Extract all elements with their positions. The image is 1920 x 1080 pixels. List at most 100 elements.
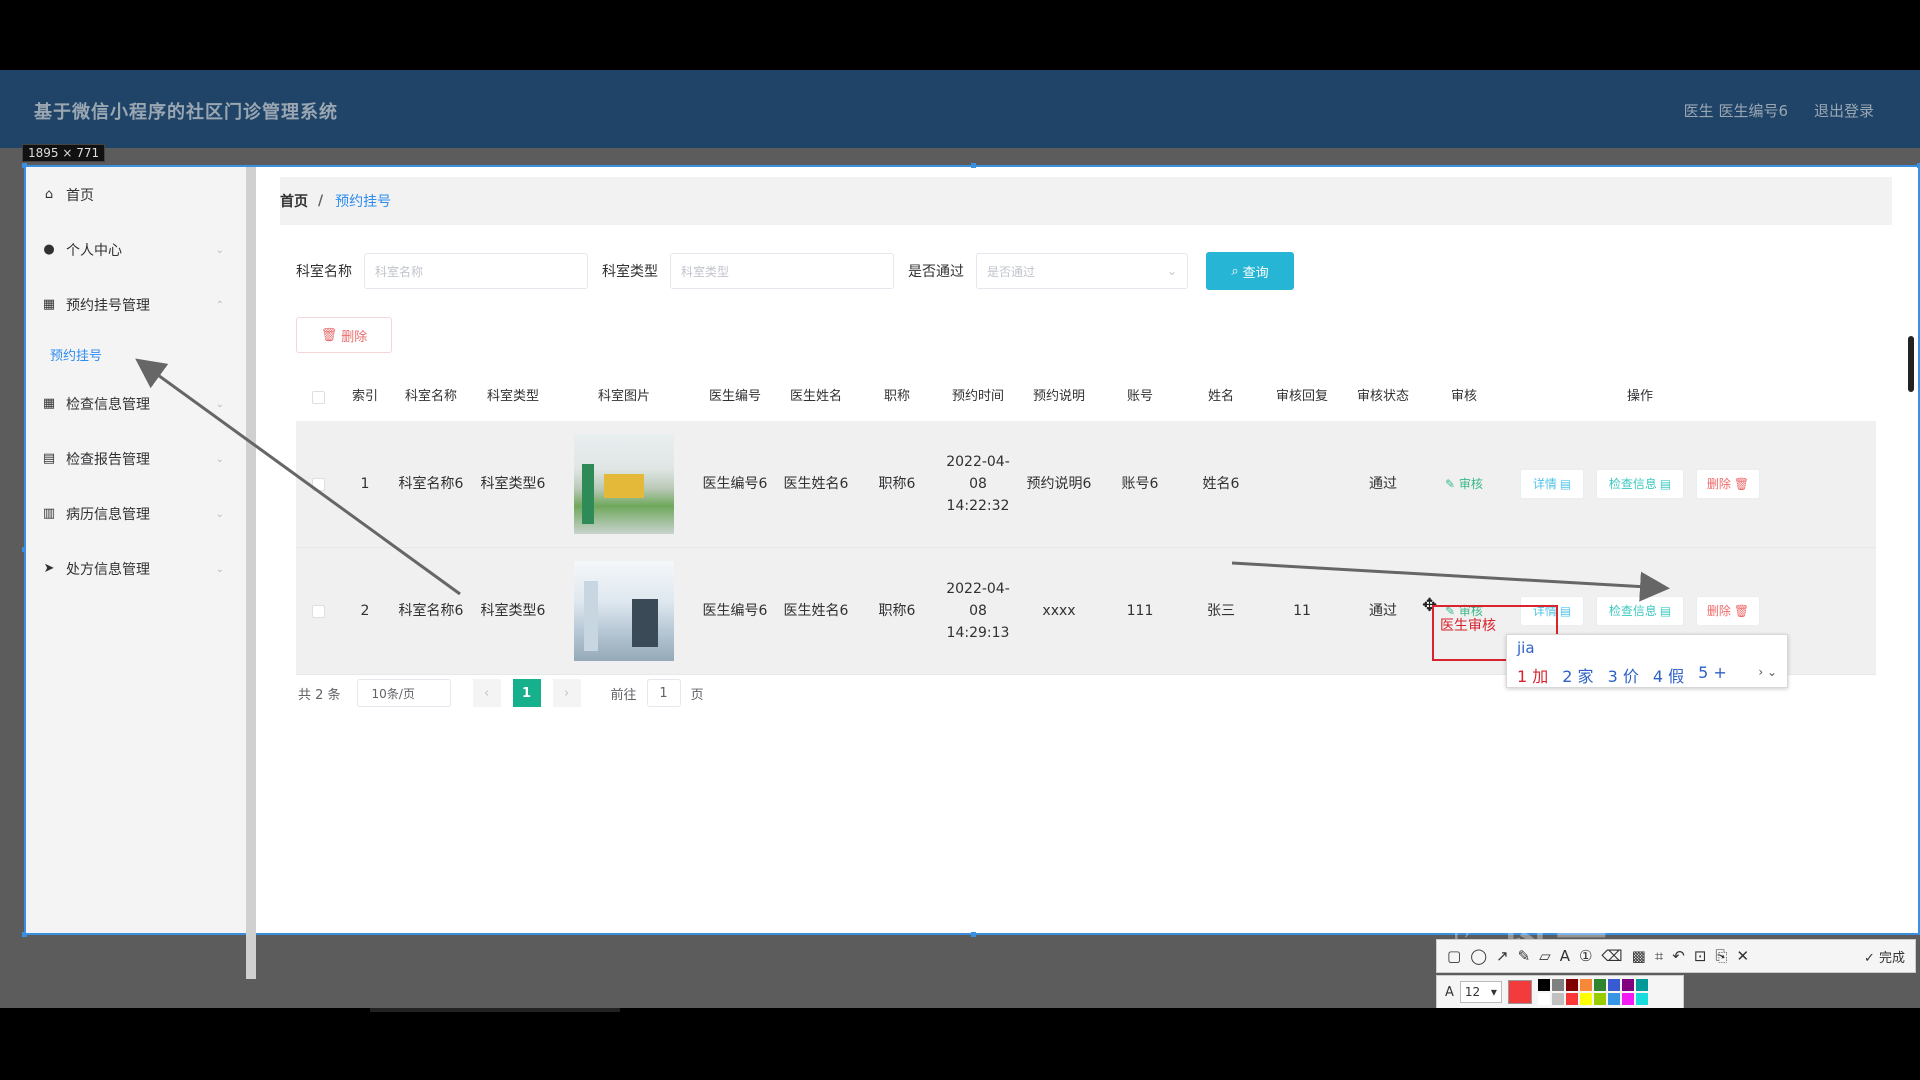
page-size-select[interactable]: 10条/页	[356, 679, 451, 707]
color-swatch[interactable]	[1593, 993, 1606, 1005]
detail-button[interactable]: 详情 ▤	[1520, 469, 1584, 499]
arrow-tool-icon[interactable]: ↗	[1496, 947, 1509, 965]
pen-tool-icon[interactable]: ✎	[1518, 947, 1531, 965]
next-page-button[interactable]: ›	[552, 679, 581, 707]
page-scrollbar[interactable]	[1908, 336, 1914, 392]
color-swatch[interactable]	[1621, 993, 1634, 1005]
close-icon[interactable]: ✕	[1736, 947, 1749, 965]
select-all-checkbox[interactable]	[311, 390, 325, 404]
column-header[interactable]: 科室图片	[554, 386, 694, 408]
ime-candidate[interactable]: 2 家	[1562, 663, 1593, 687]
passed-select[interactable]: 是否通过 ⌄	[976, 253, 1188, 289]
column-header[interactable]: 医生姓名	[776, 386, 856, 408]
goto-page-input[interactable]: 1	[646, 679, 681, 707]
ime-candidate[interactable]: 1 加	[1517, 663, 1548, 687]
color-swatch[interactable]	[1537, 993, 1550, 1005]
audit-link[interactable]: ✎ 审核	[1445, 473, 1483, 495]
row-delete-button[interactable]: 删除 🗑	[1696, 469, 1760, 499]
search-button[interactable]: ⌕ 查询	[1206, 252, 1294, 290]
number-tool-icon[interactable]: ①	[1579, 947, 1592, 965]
user-icon: ●	[43, 242, 55, 257]
color-swatch[interactable]	[1579, 993, 1592, 1005]
ellipse-tool-icon[interactable]: ◯	[1470, 947, 1487, 965]
color-swatch[interactable]	[1565, 979, 1578, 991]
cell-name: 张三	[1207, 603, 1235, 619]
dept-image-thumbnail[interactable]	[574, 561, 674, 661]
color-swatch[interactable]	[1579, 979, 1592, 991]
ime-candidate-window[interactable]: jia 1 加 2 家 3 价 4 假 5 + › ⌄	[1506, 634, 1788, 688]
row-checkbox[interactable]	[311, 477, 325, 491]
check-info-button[interactable]: 检查信息 ▤	[1596, 596, 1684, 626]
sidebar-scrollbar[interactable]	[246, 167, 256, 979]
sidebar-item-label: 首页	[66, 188, 94, 204]
column-header[interactable]: 职称	[856, 386, 938, 408]
sidebar-item-home[interactable]: ⌂ 首页	[42, 183, 232, 207]
ime-page-arrows-icon[interactable]: › ⌄	[1758, 665, 1777, 679]
sidebar-item-prescription[interactable]: ➤ 处方信息管理 ⌄	[42, 557, 232, 581]
sidebar-item-exam-report[interactable]: ▤ 检查报告管理 ⌄	[42, 447, 232, 471]
dept-image-thumbnail[interactable]	[574, 434, 674, 534]
done-button[interactable]: ✓ 完成	[1864, 947, 1905, 966]
chevron-down-icon: ⌄	[215, 398, 224, 410]
check-info-button[interactable]: 检查信息 ▤	[1596, 469, 1684, 499]
color-swatch[interactable]	[1607, 993, 1620, 1005]
column-header[interactable]: 预约时间	[938, 386, 1018, 408]
logout-link[interactable]: 退出登录	[1814, 100, 1874, 121]
column-header[interactable]: 审核	[1424, 386, 1504, 408]
breadcrumb-home[interactable]: 首页	[280, 191, 308, 211]
text-tool-icon[interactable]: A	[1560, 947, 1570, 965]
ime-candidate[interactable]: 5 +	[1698, 663, 1727, 687]
color-swatch[interactable]	[1593, 979, 1606, 991]
capture-region[interactable]: ⌂ 首页 ● 个人中心 ⌄ ▦ 预约挂号管理 ⌃ 预约挂号 ▦ 检查信息管理 ⌄…	[22, 163, 1920, 979]
sidebar-item-profile[interactable]: ● 个人中心 ⌄	[42, 238, 232, 262]
column-header[interactable]: 科室类型	[472, 386, 554, 408]
ime-candidate[interactable]: 4 假	[1653, 663, 1684, 687]
resize-handle[interactable]	[971, 932, 976, 937]
column-header[interactable]: 索引	[340, 386, 390, 408]
done-label: 完成	[1878, 950, 1905, 966]
column-header[interactable]: 姓名	[1180, 386, 1262, 408]
font-size-select[interactable]: 12 ▾	[1459, 981, 1502, 1003]
column-header[interactable]: 审核状态	[1342, 386, 1424, 408]
cell-audit: ✎ 审核	[1424, 473, 1504, 495]
prev-page-button[interactable]: ‹	[472, 679, 501, 707]
row-delete-button[interactable]: 删除 🗑	[1696, 596, 1760, 626]
color-swatch[interactable]	[1565, 993, 1578, 1005]
sidebar-item-exam-info[interactable]: ▦ 检查信息管理 ⌄	[42, 392, 232, 416]
row-checkbox[interactable]	[311, 604, 325, 618]
ime-candidate[interactable]: 3 价	[1608, 663, 1639, 687]
pin-icon[interactable]: ⊡	[1694, 947, 1707, 965]
color-swatch[interactable]	[1537, 979, 1550, 991]
table-row[interactable]: 1 科室名称6 科室类型6 医生编号6 医生姓名6 职称6 2022-04-08…	[296, 421, 1876, 548]
undo-icon[interactable]: ↶	[1672, 947, 1685, 965]
color-swatch[interactable]	[1551, 979, 1564, 991]
save-icon[interactable]: ⎘	[1715, 947, 1727, 965]
sidebar-item-appointments[interactable]: ▦ 预约挂号管理 ⌃	[42, 293, 232, 317]
batch-delete-button[interactable]: 🗑 删除	[296, 317, 392, 353]
sidebar-subitem-appointment[interactable]: 预约挂号	[50, 345, 102, 364]
eraser-tool-icon[interactable]: ⌫	[1601, 947, 1622, 965]
column-header[interactable]: 账号	[1100, 386, 1180, 408]
resize-handle[interactable]	[971, 163, 976, 168]
column-header[interactable]: 医生编号	[694, 386, 776, 408]
crop-tool-icon[interactable]: ⌗	[1655, 947, 1663, 965]
page-unit-label: 页	[690, 687, 704, 703]
color-swatch[interactable]	[1621, 979, 1634, 991]
sidebar-item-medical-record[interactable]: ▥ 病历信息管理 ⌄	[42, 502, 232, 526]
rectangle-tool-icon[interactable]: ▢	[1447, 947, 1461, 965]
column-header[interactable]: 审核回复	[1262, 386, 1342, 408]
page-number-active[interactable]: 1	[512, 679, 541, 707]
dept-type-input[interactable]: 科室类型	[670, 253, 894, 289]
color-swatch[interactable]	[1635, 979, 1648, 991]
color-swatch[interactable]	[1635, 993, 1648, 1005]
color-swatch[interactable]	[1607, 979, 1620, 991]
column-header[interactable]: 科室名称	[390, 386, 472, 408]
column-header[interactable]: 预约说明	[1018, 386, 1100, 408]
dept-name-input[interactable]: 科室名称	[364, 253, 588, 289]
edit-icon: ✎	[1445, 477, 1459, 491]
color-swatch[interactable]	[1551, 993, 1564, 1005]
current-color-swatch[interactable]	[1507, 980, 1532, 1004]
highlighter-tool-icon[interactable]: ▱	[1539, 947, 1551, 965]
header-user-link[interactable]: 医生 医生编号6	[1684, 100, 1788, 121]
mosaic-tool-icon[interactable]: ▩	[1632, 947, 1646, 965]
